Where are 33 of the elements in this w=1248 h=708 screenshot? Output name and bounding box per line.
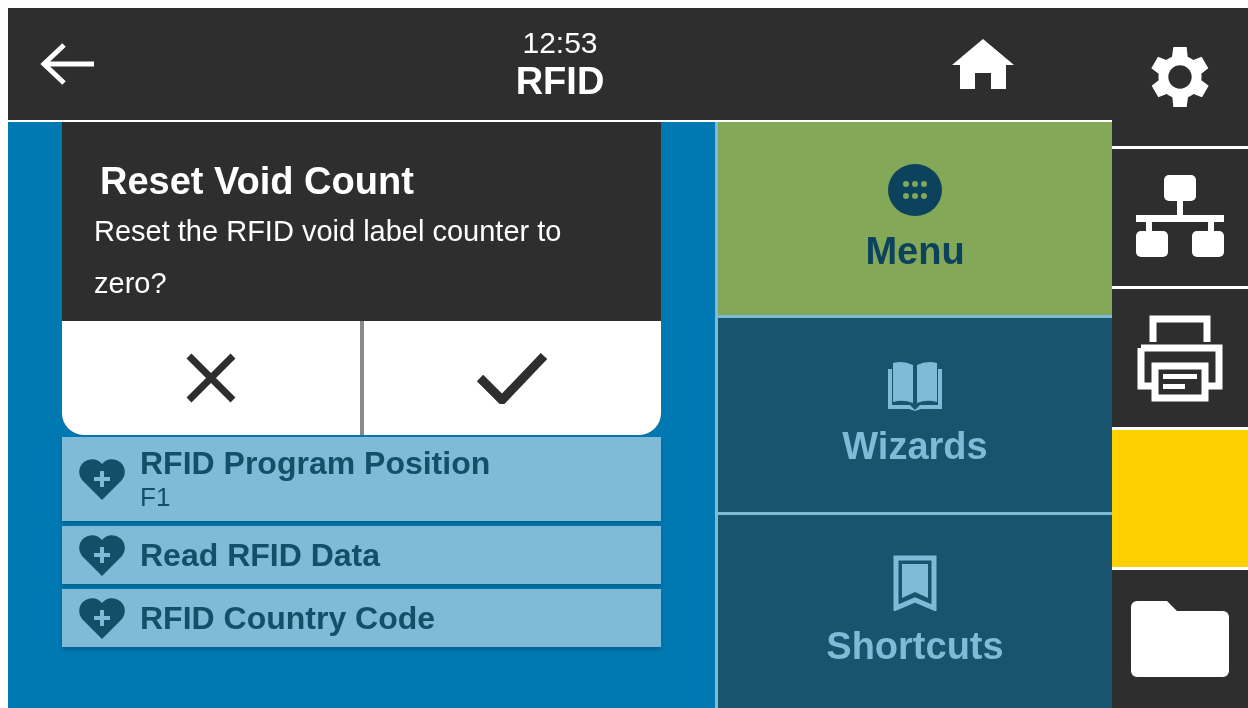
- cancel-button[interactable]: [62, 321, 360, 435]
- confirm-button[interactable]: [363, 321, 661, 435]
- heart-plus-icon: [78, 534, 126, 576]
- checkmark-icon: [476, 352, 549, 404]
- list-item[interactable]: RFID Program Position F1: [62, 437, 661, 521]
- dialog-title: Reset Void Count: [99, 159, 415, 203]
- network-button[interactable]: [1112, 148, 1248, 287]
- bookmark-icon: [892, 554, 938, 611]
- item-value: F1: [140, 482, 172, 513]
- folder-icon: [1131, 601, 1229, 678]
- nav-tab[interactable]: Wizards: [718, 318, 1112, 512]
- list-item[interactable]: RFID Country Code: [62, 589, 661, 647]
- settings-button[interactable]: [1112, 8, 1248, 146]
- back-arrow-icon[interactable]: [40, 42, 96, 86]
- book-icon: [887, 361, 943, 412]
- item-label: Read RFID Data: [140, 536, 381, 574]
- folder-button[interactable]: [1112, 570, 1248, 708]
- grid-dots-icon: [887, 164, 943, 217]
- nav-tab[interactable]: Menu: [718, 122, 1112, 316]
- list-item[interactable]: Read RFID Data: [62, 526, 661, 584]
- nav-tab[interactable]: Shortcuts: [718, 514, 1112, 708]
- network-icon: [1136, 175, 1224, 260]
- printer-icon: [1137, 314, 1223, 402]
- heart-plus-icon: [78, 458, 126, 500]
- close-icon: [184, 352, 237, 404]
- printer-button[interactable]: [1112, 289, 1248, 427]
- item-label: RFID Country Code: [140, 599, 436, 637]
- home-icon[interactable]: [952, 39, 1014, 89]
- heart-plus-icon: [78, 597, 126, 639]
- item-label: RFID Program Position: [140, 445, 491, 482]
- clock-time: 12:53: [522, 28, 598, 58]
- screen-title: RFID: [515, 62, 605, 100]
- dialog-message: Reset the RFID void label counter to zero?: [93, 214, 563, 301]
